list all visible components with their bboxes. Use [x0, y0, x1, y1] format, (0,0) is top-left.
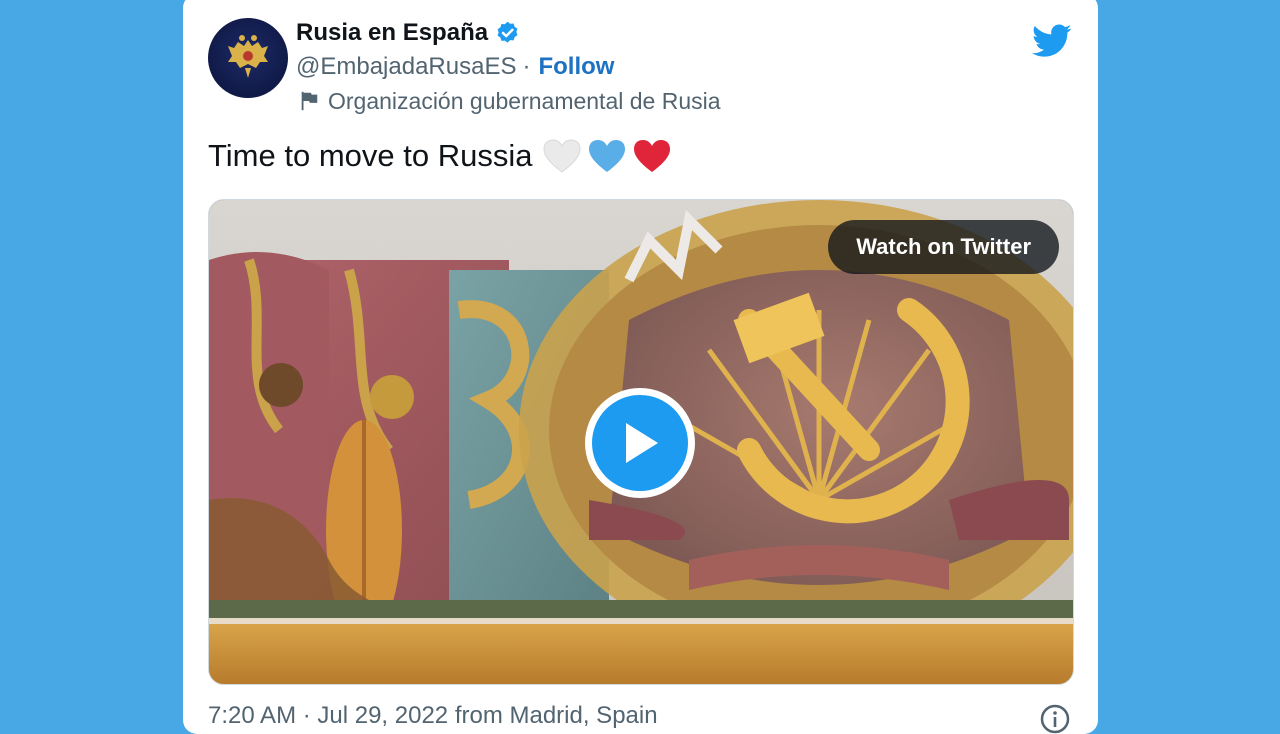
info-icon[interactable] [1040, 704, 1070, 734]
avatar[interactable] [208, 18, 288, 98]
tweet-text: Time to move to Russia [208, 136, 672, 176]
tweet-card[interactable]: Rusia en España @EmbajadaRusaES · Follow… [183, 0, 1098, 734]
blue-heart-icon [589, 140, 626, 172]
red-heart-icon [634, 140, 671, 172]
account-name[interactable]: Rusia en España [296, 19, 488, 47]
play-icon [626, 423, 658, 463]
tweet-body: Time to move to Russia [208, 138, 533, 173]
watch-on-twitter-button[interactable]: Watch on Twitter [828, 220, 1059, 274]
tweet-timestamp[interactable]: 7:20 AM · Jul 29, 2022 from Madrid, Spai… [208, 702, 658, 730]
twitter-logo-icon[interactable] [1032, 24, 1072, 58]
account-handle[interactable]: @EmbajadaRusaES [296, 53, 516, 81]
russian-coat-of-arms-icon [228, 35, 268, 78]
video-thumbnail[interactable]: Watch on Twitter [208, 199, 1074, 685]
verified-badge-icon [497, 21, 518, 43]
tweet-header: Rusia en España @EmbajadaRusaES · Follow… [296, 17, 1078, 117]
separator: · [522, 53, 531, 80]
follow-button[interactable]: Follow [538, 53, 614, 81]
emoji-group [542, 138, 672, 174]
account-label: Organización gubernamental de Rusia [328, 87, 721, 114]
white-heart-icon [543, 139, 581, 173]
play-button[interactable] [585, 388, 695, 498]
flag-icon [301, 91, 318, 111]
